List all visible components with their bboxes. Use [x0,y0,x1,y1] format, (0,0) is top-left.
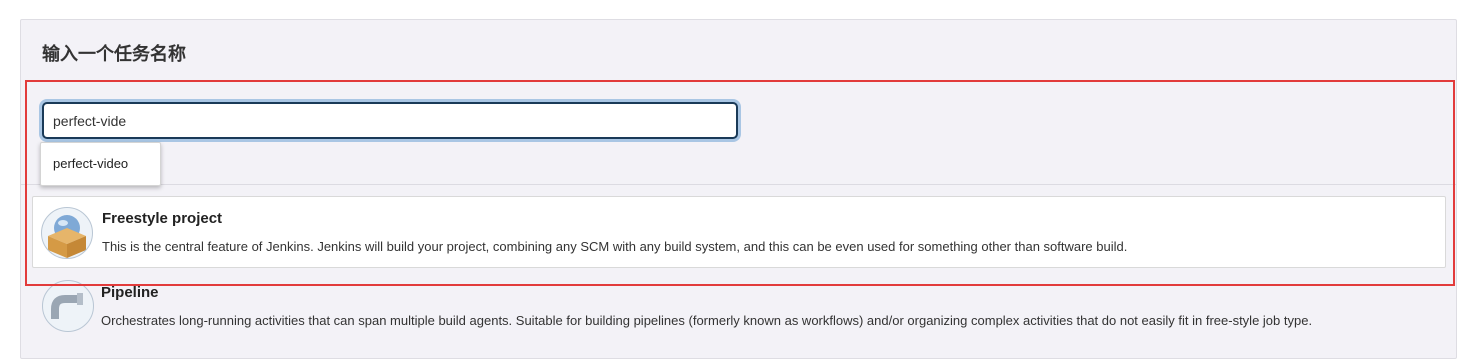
freestyle-project-icon [41,207,93,259]
job-type-description: This is the central feature of Jenkins. … [102,239,1128,254]
job-type-description: Orchestrates long-running activities tha… [101,313,1313,328]
item-name-input[interactable] [42,102,738,139]
divider [21,184,1456,185]
pipeline-icon [42,280,94,332]
autocomplete-option[interactable]: perfect-video [53,156,128,171]
job-type-pipeline[interactable]: Pipeline Orchestrates long-running activ… [32,280,1446,350]
page-title: 输入一个任务名称 [42,44,186,65]
job-type-freestyle[interactable]: Freestyle project This is the central fe… [32,196,1446,268]
job-type-name: Freestyle project [102,210,223,227]
job-type-name: Pipeline [101,284,159,301]
autocomplete-dropdown: perfect-video [40,142,161,186]
